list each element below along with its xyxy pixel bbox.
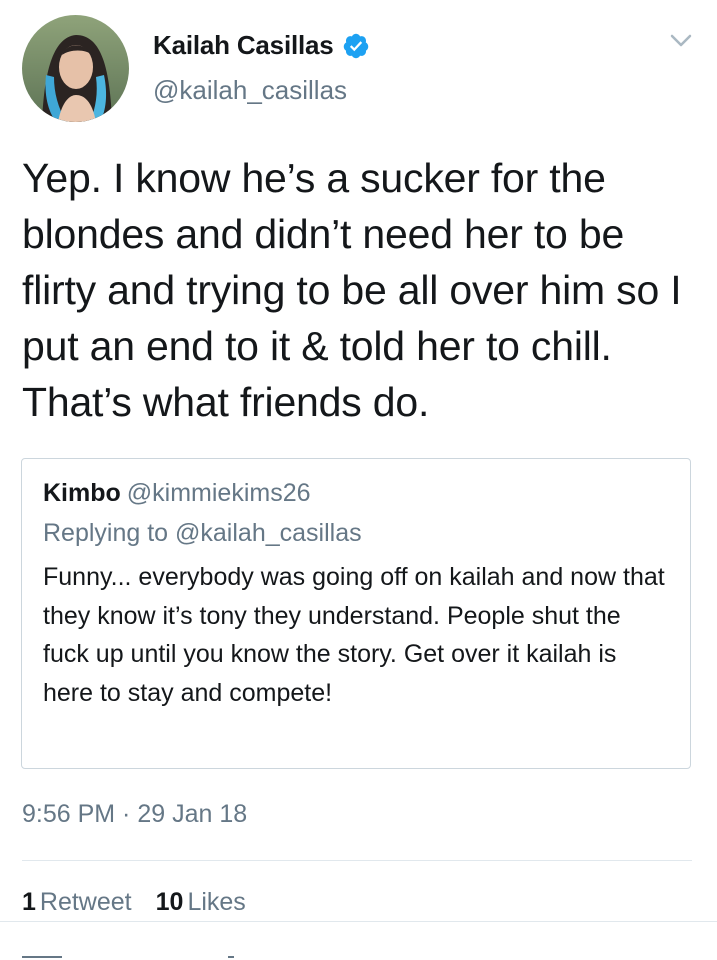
divider <box>0 921 717 922</box>
quoted-tweet-handle: @kimmiekims26 <box>126 479 311 507</box>
retweet-icon[interactable] <box>228 956 234 958</box>
quoted-tweet-card[interactable]: Kimbo @kimmiekims26 Replying to @kailah_c… <box>21 458 691 769</box>
likes-label: Likes <box>187 888 246 916</box>
quoted-tweet-replying-to: Replying to @kailah_casillas <box>43 519 362 547</box>
retweets-label: Retweet <box>39 888 132 916</box>
verified-badge-icon <box>342 32 370 60</box>
likes-count: 10 <box>155 888 184 916</box>
divider <box>22 860 692 861</box>
quoted-tweet-author: Kimbo @kimmiekims26 <box>43 479 311 508</box>
author-handle[interactable]: @kailah_casillas <box>153 75 347 106</box>
author-name-row: Kailah Casillas <box>153 30 370 61</box>
tweet-text: Yep. I know he’s a sucker for the blonde… <box>22 155 682 425</box>
tweet-header: Kailah Casillas @kailah_casillas <box>0 0 717 130</box>
retweets-count: 1 <box>22 888 36 916</box>
author-display-name[interactable]: Kailah Casillas <box>153 30 334 61</box>
quoted-tweet-text: Funny... everybody was going off on kail… <box>43 563 665 707</box>
tweet-stats: 1 Retweet 10 Likes <box>22 888 246 917</box>
tweet-timestamp[interactable]: 9:56 PM · 29 Jan 18 <box>22 800 247 829</box>
avatar-photo <box>22 15 129 122</box>
likes-stat[interactable]: 10 Likes <box>156 888 246 916</box>
retweets-stat[interactable]: 1 Retweet <box>22 888 132 916</box>
tweet-action-bar <box>0 948 717 960</box>
reply-icon[interactable] <box>22 956 62 958</box>
chevron-down-icon[interactable] <box>669 33 693 49</box>
quoted-tweet-name: Kimbo <box>43 479 121 507</box>
author-avatar[interactable] <box>22 15 129 122</box>
